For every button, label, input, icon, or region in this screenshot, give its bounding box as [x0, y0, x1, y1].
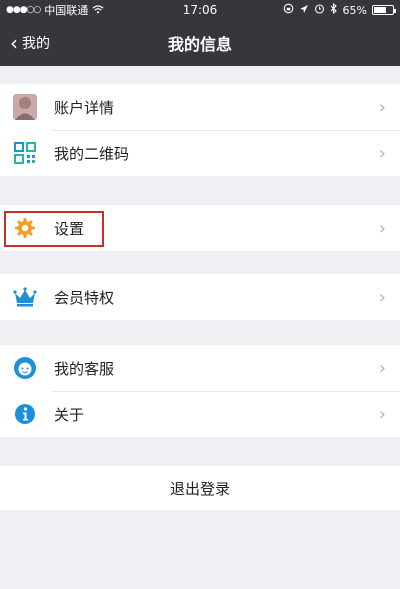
info-icon	[12, 401, 38, 427]
row-settings[interactable]: 设置 ›	[0, 205, 400, 251]
section-account: 账户详情 › 我的二维码 ›	[0, 84, 400, 176]
wifi-icon	[92, 4, 104, 17]
row-label: 我的二维码	[54, 144, 130, 163]
section-settings: 设置 ›	[0, 205, 400, 251]
signal-strength: ●●●○○	[6, 5, 41, 15]
chevron-right-icon: ›	[378, 286, 386, 308]
row-qr-code[interactable]: 我的二维码 ›	[0, 130, 400, 176]
row-account-details[interactable]: 账户详情 ›	[0, 84, 400, 130]
section-membership: 会员特权 ›	[0, 274, 400, 320]
status-right: 65%	[283, 2, 396, 17]
alarm-icon	[314, 3, 325, 17]
gear-icon	[12, 215, 38, 241]
battery-level	[374, 7, 386, 13]
customer-service-icon	[12, 355, 38, 381]
chevron-left-icon: ‹	[10, 31, 18, 55]
row-label: 我的客服	[54, 359, 115, 378]
section-support: 我的客服 › 关于 ›	[0, 345, 400, 437]
page-title: 我的信息	[167, 35, 232, 54]
carrier-name: 中国联通	[44, 4, 89, 17]
row-customer-service[interactable]: 我的客服 ›	[0, 345, 400, 391]
location-icon	[299, 4, 309, 17]
nav-bar: ‹ 我的 我的信息	[0, 20, 400, 66]
chevron-right-icon: ›	[378, 403, 386, 425]
row-label: 设置	[54, 219, 85, 238]
back-button[interactable]: ‹ 我的	[0, 33, 50, 53]
row-label: 会员特权	[54, 288, 115, 307]
status-left: ●●●○○ 中国联通	[6, 2, 104, 18]
qr-code-icon	[12, 140, 38, 166]
row-about[interactable]: 关于 ›	[0, 391, 400, 437]
chevron-right-icon: ›	[378, 357, 386, 379]
bluetooth-icon	[330, 2, 338, 17]
avatar-icon	[12, 94, 38, 120]
battery-percent: 65%	[342, 3, 367, 17]
chevron-right-icon: ›	[378, 217, 386, 239]
back-label: 我的	[22, 36, 50, 52]
chevron-right-icon: ›	[378, 96, 386, 118]
lock-rotation-icon	[283, 3, 294, 17]
row-label: 关于	[54, 405, 85, 424]
row-membership[interactable]: 会员特权 ›	[0, 274, 400, 320]
chevron-right-icon: ›	[378, 142, 386, 164]
top-bar: ●●●○○ 中国联通 17:06 65% ‹ 我的 我的信息	[0, 0, 400, 66]
status-bar: ●●●○○ 中国联通 17:06 65%	[0, 0, 400, 20]
logout-button[interactable]: 退出登录	[0, 466, 400, 510]
row-label: 账户详情	[54, 98, 115, 117]
battery-icon	[372, 5, 396, 15]
crown-icon	[12, 284, 38, 310]
